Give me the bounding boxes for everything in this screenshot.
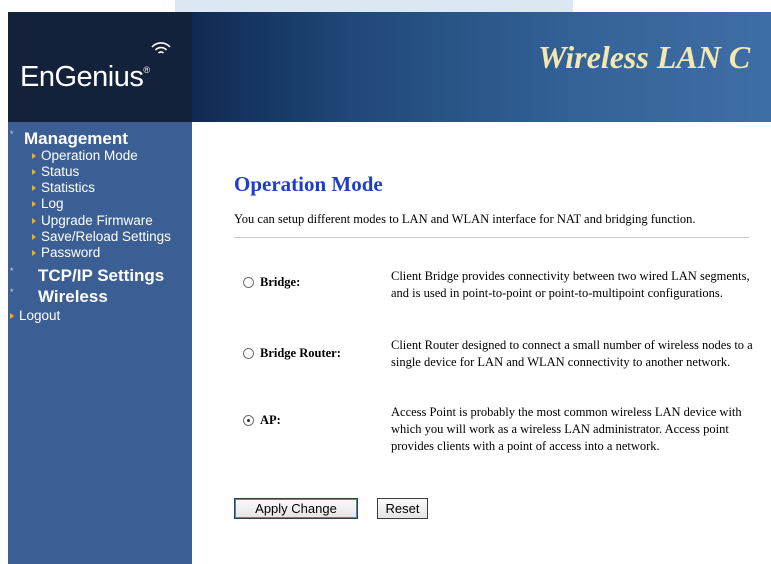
star-icon: * bbox=[10, 287, 14, 297]
arrow-icon bbox=[32, 250, 36, 256]
arrow-icon bbox=[32, 169, 36, 175]
sidebar-item-operation-mode[interactable]: Operation Mode bbox=[41, 149, 138, 163]
sidebar-item-password[interactable]: Password bbox=[41, 246, 100, 260]
mode-desc-bridge-router: Client Router designed to connect a smal… bbox=[391, 338, 753, 369]
header-banner: Wireless LAN C bbox=[192, 12, 771, 122]
logo-text: EnGenius® bbox=[20, 61, 150, 93]
sidebar-item-logout[interactable]: Logout bbox=[19, 309, 60, 323]
mode-label-bridge: Bridge: bbox=[260, 275, 301, 289]
mode-desc-ap: Access Point is probably the most common… bbox=[391, 405, 742, 453]
main-content: Operation Mode You can setup different m… bbox=[192, 122, 771, 564]
sidebar-category-wireless[interactable]: Wireless bbox=[38, 288, 108, 305]
mode-label-bridge-router: Bridge Router: bbox=[260, 346, 341, 360]
top-strip-tint bbox=[175, 0, 573, 12]
radio-bridge-router[interactable] bbox=[243, 348, 254, 359]
star-icon: * bbox=[10, 129, 14, 139]
page-title: Operation Mode bbox=[234, 172, 383, 196]
radio-bridge[interactable] bbox=[243, 277, 254, 288]
reset-button[interactable]: Reset bbox=[377, 498, 428, 519]
sidebar-item-statistics[interactable]: Statistics bbox=[41, 181, 95, 195]
radio-ap[interactable] bbox=[243, 415, 254, 426]
arrow-icon bbox=[32, 201, 36, 207]
top-strip bbox=[0, 0, 771, 12]
wifi-icon bbox=[151, 42, 171, 54]
logo: EnGenius® bbox=[8, 12, 192, 122]
sidebar-item-status[interactable]: Status bbox=[41, 165, 79, 179]
page-description: You can setup different modes to LAN and… bbox=[234, 212, 696, 226]
mode-desc-bridge: Client Bridge provides connectivity betw… bbox=[391, 269, 750, 300]
registered-mark: ® bbox=[143, 65, 150, 75]
sidebar: * Management Operation Mode Status Stati… bbox=[8, 122, 192, 564]
arrow-icon bbox=[10, 313, 14, 319]
arrow-icon bbox=[32, 218, 36, 224]
sidebar-item-save-reload-settings[interactable]: Save/Reload Settings bbox=[41, 230, 171, 244]
mode-label-ap: AP: bbox=[260, 413, 281, 427]
arrow-icon bbox=[32, 185, 36, 191]
apply-change-button[interactable]: Apply Change bbox=[234, 498, 358, 519]
banner-title: Wireless LAN C bbox=[538, 39, 751, 75]
sidebar-item-log[interactable]: Log bbox=[41, 197, 64, 211]
arrow-icon bbox=[32, 153, 36, 159]
star-icon: * bbox=[10, 266, 14, 276]
sidebar-item-upgrade-firmware[interactable]: Upgrade Firmware bbox=[41, 214, 153, 228]
divider bbox=[234, 237, 749, 238]
sidebar-category-management[interactable]: Management bbox=[24, 130, 128, 147]
arrow-icon bbox=[32, 234, 36, 240]
sidebar-category-tcpip[interactable]: TCP/IP Settings bbox=[38, 267, 164, 284]
